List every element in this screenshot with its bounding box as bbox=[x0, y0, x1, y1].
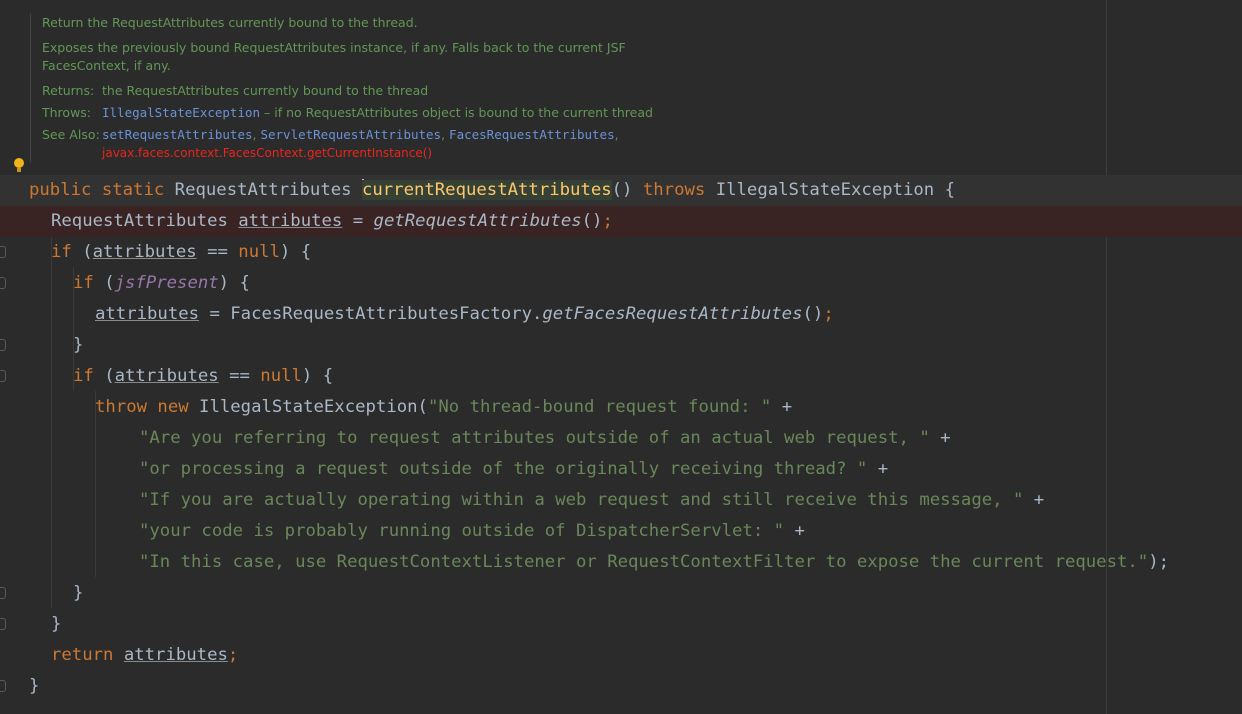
code-line[interactable]: "In this case, use RequestContextListene… bbox=[0, 547, 1242, 578]
token-static-call[interactable]: getRequestAttributes bbox=[374, 211, 582, 231]
doc-throws: Throws: IllegalStateException – if no Req… bbox=[42, 104, 802, 122]
code-line[interactable]: } bbox=[0, 671, 1242, 702]
doc-see-also-link[interactable]: setRequestAttributes bbox=[102, 127, 253, 142]
code-line[interactable]: } bbox=[0, 578, 1242, 609]
token-variable[interactable]: attributes bbox=[115, 366, 219, 386]
token-null: null bbox=[260, 366, 302, 386]
code-line[interactable]: "your code is probably running outside o… bbox=[0, 516, 1242, 547]
token-keyword: throws bbox=[642, 180, 716, 200]
code-line[interactable]: return attributes; bbox=[0, 640, 1242, 671]
doc-throws-link[interactable]: IllegalStateException bbox=[102, 105, 260, 120]
token-type: RequestAttributes bbox=[51, 211, 239, 231]
token-static-field[interactable]: jsfPresent bbox=[115, 273, 219, 293]
code-editor[interactable]: public static RequestAttributes currentR… bbox=[0, 175, 1242, 702]
token-keyword: return bbox=[51, 645, 124, 665]
token-type: IllegalStateException( bbox=[199, 397, 428, 417]
token-semicolon: ; bbox=[602, 211, 613, 231]
doc-returns-text: the RequestAttributes currently bound to… bbox=[102, 83, 429, 98]
token-punct: + bbox=[771, 397, 793, 417]
token-brace: } bbox=[51, 614, 62, 634]
token-keyword: if bbox=[73, 273, 105, 293]
token-string: "your code is probably running outside o… bbox=[139, 521, 785, 541]
doc-throws-text: – if no RequestAttributes object is boun… bbox=[260, 105, 653, 120]
token-type: RequestAttributes bbox=[174, 180, 362, 200]
code-line[interactable]: RequestAttributes attributes = getReques… bbox=[0, 206, 1242, 237]
token-punct: () bbox=[802, 304, 824, 324]
token-type: IllegalStateException { bbox=[715, 180, 956, 200]
token-keyword: throw new bbox=[95, 397, 200, 417]
token-punct: ( bbox=[104, 273, 115, 293]
doc-see-also: See Also: setRequestAttributes, ServletRe… bbox=[42, 127, 619, 142]
intention-bulb-icon[interactable] bbox=[14, 158, 24, 174]
token-punct: ( bbox=[82, 242, 93, 262]
token-variable[interactable]: attributes bbox=[124, 645, 228, 665]
token-punct: == bbox=[196, 242, 239, 262]
doc-returns-label: Returns: bbox=[42, 83, 95, 98]
doc-see-also-label: See Also: bbox=[42, 127, 100, 142]
token-punct: + bbox=[929, 428, 951, 448]
token-variable[interactable]: attributes bbox=[93, 242, 197, 262]
token-static-call[interactable]: getFacesRequestAttributes bbox=[542, 304, 802, 324]
token-punct: + bbox=[784, 521, 805, 541]
token-semicolon: ; bbox=[227, 645, 239, 665]
token-brace: } bbox=[29, 676, 40, 696]
token-string: "Are you referring to request attributes… bbox=[139, 428, 930, 448]
code-line[interactable]: if (attributes == null) { bbox=[0, 361, 1242, 392]
token-punct: = bbox=[342, 211, 374, 231]
code-line[interactable]: public static RequestAttributes currentR… bbox=[0, 175, 1242, 206]
doc-summary: Return the RequestAttributes currently b… bbox=[42, 15, 418, 30]
token-string: "In this case, use RequestContextListene… bbox=[139, 552, 1149, 572]
token-keyword: public static bbox=[29, 180, 175, 200]
doc-description-line-1: Exposes the previously bound RequestAttr… bbox=[42, 40, 626, 55]
code-line[interactable]: "or processing a request outside of the … bbox=[0, 454, 1242, 485]
doc-description-line-2: FacesContext, if any. bbox=[42, 58, 171, 73]
doc-see-also-link[interactable]: ServletRequestAttributes bbox=[260, 127, 441, 142]
code-line[interactable]: "Are you referring to request attributes… bbox=[0, 423, 1242, 454]
code-line[interactable]: "If you are actually operating within a … bbox=[0, 485, 1242, 516]
token-null: null bbox=[238, 242, 280, 262]
token-method-name[interactable]: currentRequestAttributes bbox=[361, 180, 612, 200]
token-brace: } bbox=[73, 335, 84, 355]
token-variable[interactable]: attributes bbox=[95, 304, 199, 324]
doc-see-also-link[interactable]: FacesRequestAttributes bbox=[449, 127, 615, 142]
token-punct: ); bbox=[1148, 552, 1170, 572]
token-variable[interactable]: attributes bbox=[238, 211, 342, 231]
token-punct: () bbox=[611, 180, 643, 200]
token-punct: ) { bbox=[218, 273, 250, 293]
token-keyword: if bbox=[51, 242, 83, 262]
token-semicolon: ; bbox=[823, 304, 834, 324]
token-string: "or processing a request outside of the … bbox=[139, 459, 868, 479]
token-punct: + bbox=[867, 459, 889, 479]
doc-see-also-2: javax.faces.context.FacesContext.getCurr… bbox=[42, 144, 802, 162]
token-keyword: if bbox=[73, 366, 105, 386]
token-string: "No thread-bound request found: " bbox=[427, 397, 772, 417]
token-punct: + bbox=[1023, 490, 1045, 510]
code-line[interactable]: if (jsfPresent) { bbox=[0, 268, 1242, 299]
token-punct: ( bbox=[104, 366, 115, 386]
doc-throws-label: Throws: bbox=[42, 105, 92, 120]
token-punct: () bbox=[581, 211, 603, 231]
token-brace: } bbox=[73, 583, 84, 603]
code-line[interactable]: } bbox=[0, 330, 1242, 361]
token-punct: = FacesRequestAttributesFactory. bbox=[199, 304, 543, 324]
token-string: "If you are actually operating within a … bbox=[139, 490, 1024, 510]
token-punct: == bbox=[218, 366, 261, 386]
token-punct: ) { bbox=[301, 366, 334, 386]
token-punct: ) { bbox=[279, 242, 312, 262]
doc-returns: Returns: the RequestAttributes currently … bbox=[42, 82, 802, 100]
code-line[interactable]: attributes = FacesRequestAttributesFacto… bbox=[0, 299, 1242, 330]
javadoc-rendered: Return the RequestAttributes currently b… bbox=[30, 14, 802, 162]
doc-see-also-unresolved[interactable]: javax.faces.context.FacesContext.getCurr… bbox=[102, 146, 432, 160]
code-line[interactable]: throw new IllegalStateException("No thre… bbox=[0, 392, 1242, 423]
code-line[interactable]: } bbox=[0, 609, 1242, 640]
code-line[interactable]: if (attributes == null) { bbox=[0, 237, 1242, 268]
